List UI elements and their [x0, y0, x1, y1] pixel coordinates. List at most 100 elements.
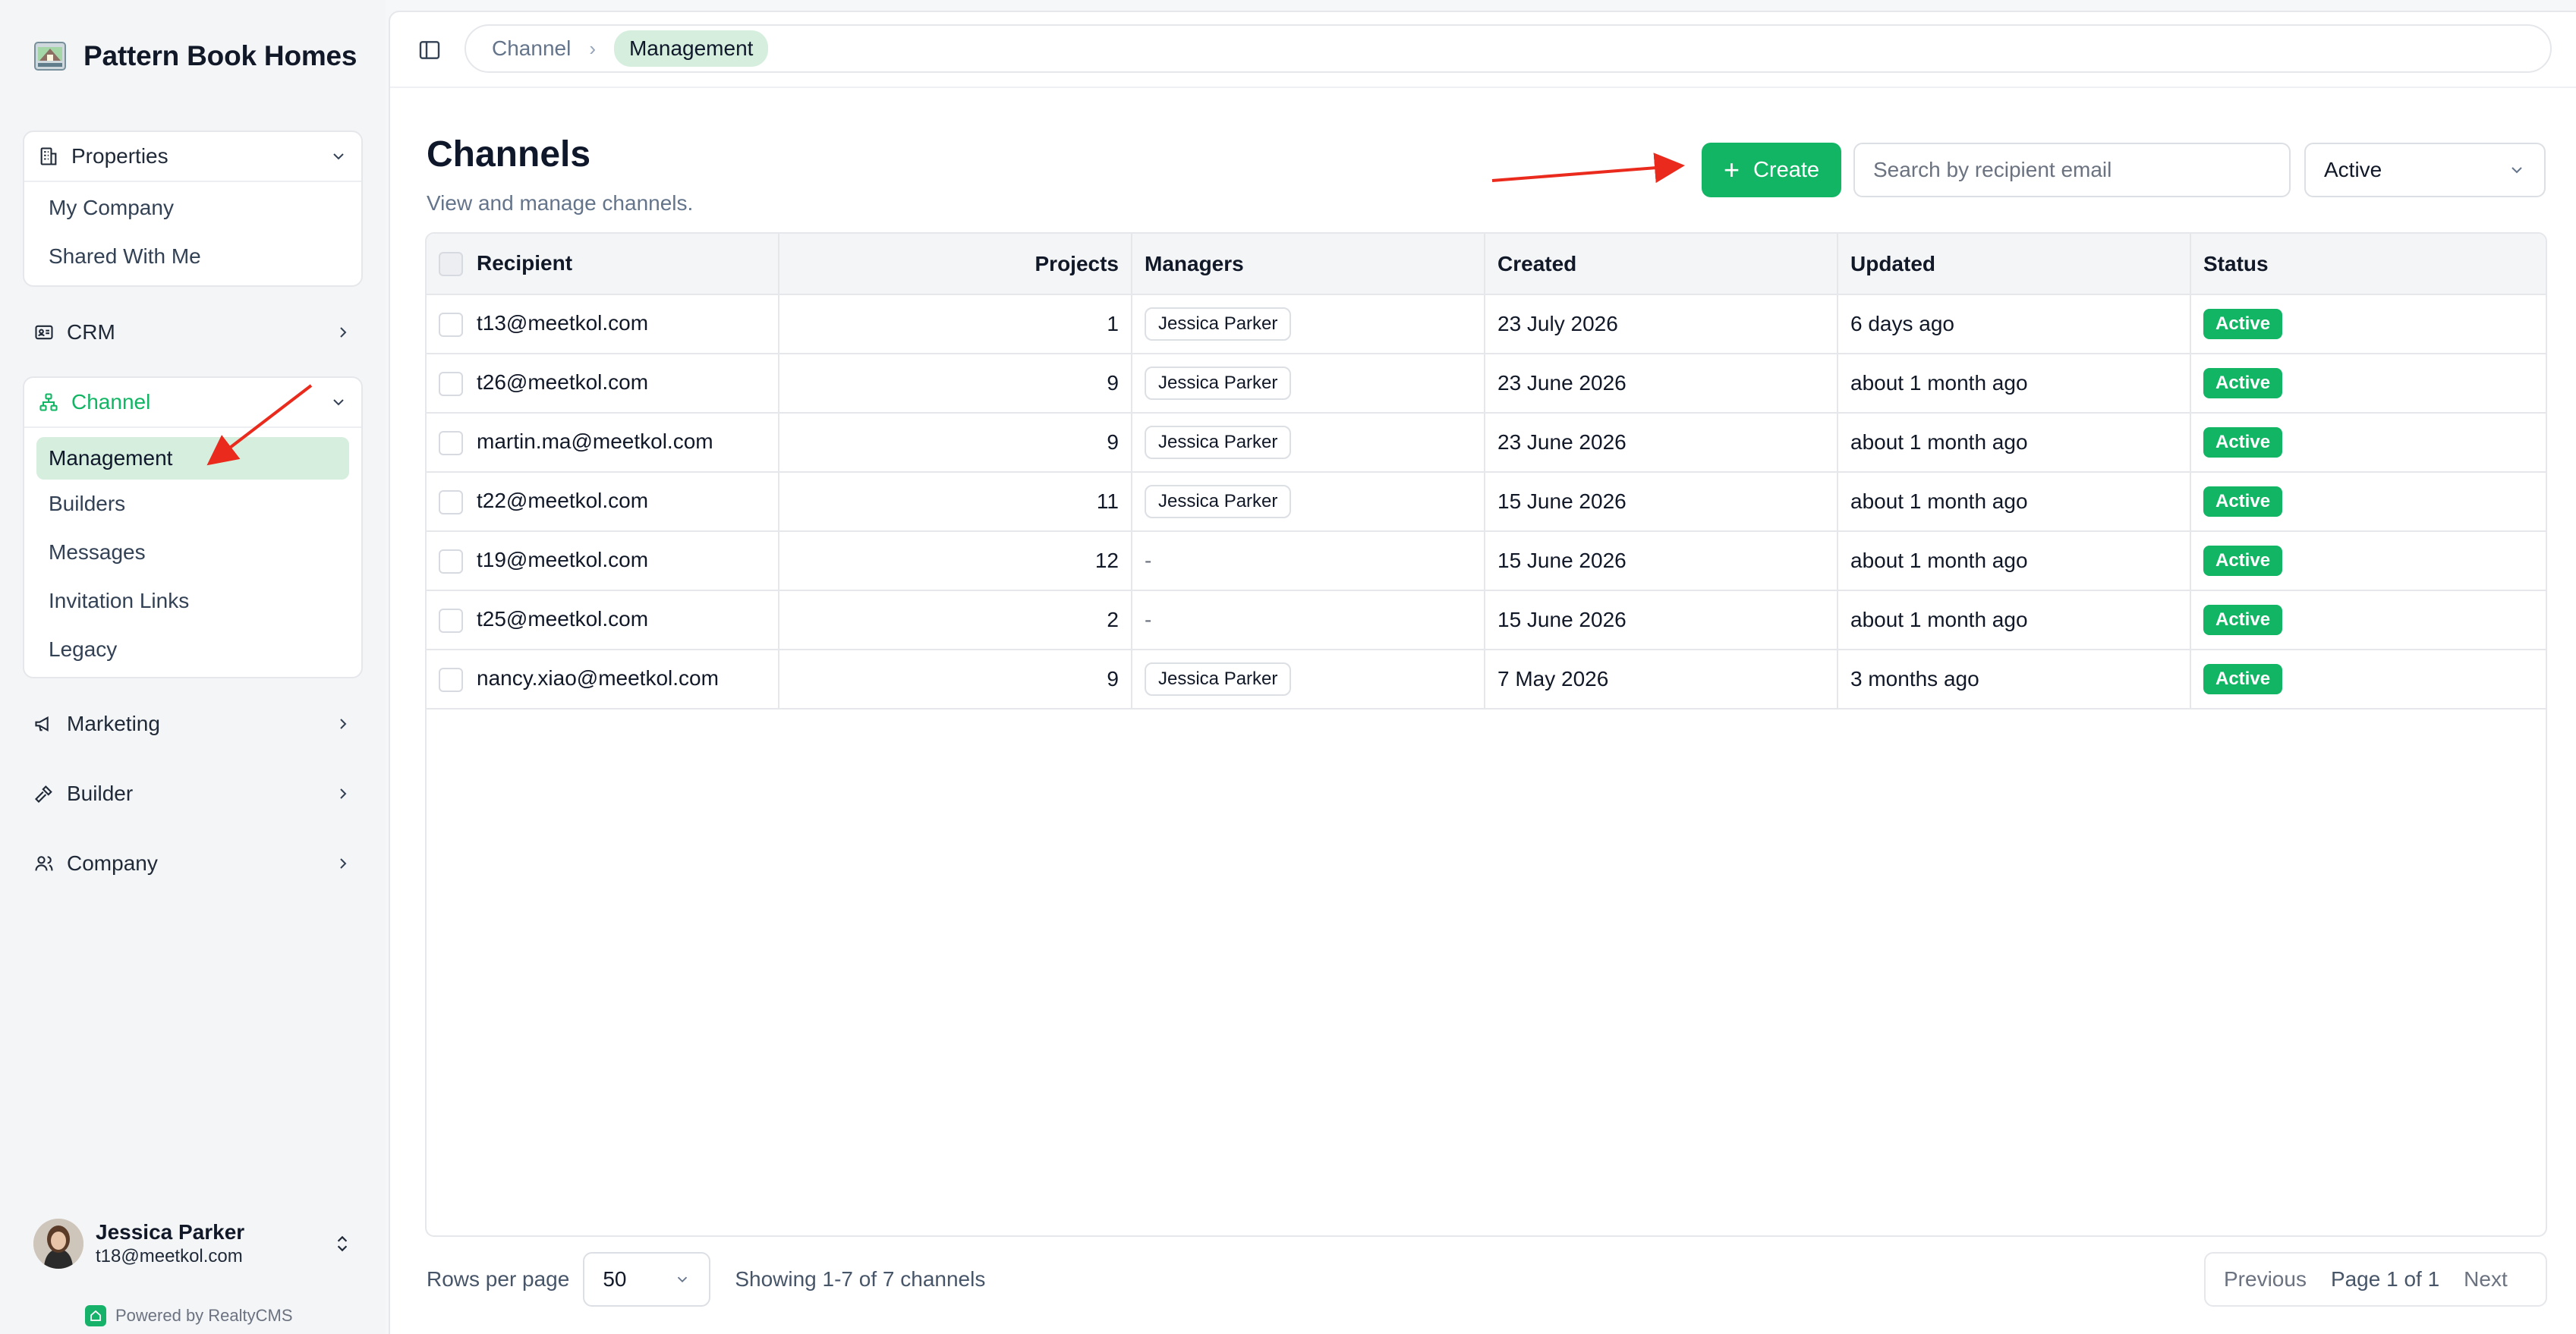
nav-channel[interactable]: Channel [24, 378, 361, 428]
table-row[interactable]: t26@meetkol.com 9 Jessica Parker 23 June 20… [427, 354, 2546, 414]
search-input[interactable] [1853, 143, 2291, 197]
table-row[interactable]: t25@meetkol.com 2- 15 June 2026 about 1 mon… [427, 590, 2546, 650]
cell-managers: Jessica Parker [1132, 354, 1485, 414]
user-name: Jessica Parker [96, 1220, 245, 1244]
sidebar-item-messages[interactable]: Messages [24, 528, 361, 577]
cell-recipient: t13@meetkol.com [427, 294, 779, 354]
cell-projects: 9 [779, 650, 1132, 709]
cell-status: Active [2190, 294, 2546, 354]
next-button[interactable]: Next [2445, 1267, 2526, 1292]
chevron-down-icon [333, 399, 344, 406]
building-icon [40, 147, 57, 165]
powered-by[interactable]: Powered by RealtyCMS [85, 1305, 293, 1326]
create-button-label: Create [1752, 157, 1820, 182]
recipient-email: t19@meetkol.com [477, 548, 649, 572]
row-checkbox[interactable] [439, 667, 463, 692]
create-button[interactable]: + Create [1702, 143, 1841, 197]
rows-per-page-label: Rows per page [427, 1267, 570, 1291]
recipient-email: t22@meetkol.com [477, 489, 649, 513]
sidebar-toggle-icon[interactable] [417, 38, 442, 62]
sidebar-item-builders[interactable]: Builders [24, 480, 361, 528]
status-filter-select[interactable]: Active [2304, 143, 2546, 197]
chevron-right-icon [340, 858, 347, 869]
nav-crm[interactable]: CRM [33, 311, 352, 354]
nav-marketing-label: Marketing [67, 712, 160, 735]
cell-recipient: t22@meetkol.com [427, 472, 779, 532]
row-checkbox[interactable] [439, 608, 463, 633]
user-menu[interactable]: Jessica Parker t18@meetkol.com [33, 1217, 352, 1270]
page-info: Page 1 of 1 [2330, 1267, 2440, 1291]
breadcrumb-management[interactable]: Management [613, 30, 769, 67]
recipient-email: nancy.xiao@meetkol.com [477, 666, 719, 691]
status-badge: Active [2203, 546, 2283, 576]
main-panel: Channel › Management Channels View and m… [389, 11, 2576, 1334]
cell-projects: 9 [779, 413, 1132, 473]
cell-recipient: nancy.xiao@meetkol.com [427, 650, 779, 709]
sidebar-item-legacy[interactable]: Legacy [24, 625, 361, 674]
column-projects[interactable]: Projects [779, 234, 1132, 295]
cell-created: 15 June 2026 [1485, 590, 1838, 650]
cell-status: Active [2190, 354, 2546, 414]
select-all-checkbox[interactable] [439, 252, 463, 277]
cell-created: 15 June 2026 [1485, 472, 1838, 532]
chevron-right-icon [340, 788, 347, 799]
table-row[interactable]: t19@meetkol.com 12- 15 June 2026 about 1 mo… [427, 531, 2546, 591]
brand-logo-icon [34, 42, 66, 71]
cell-updated: about 1 month ago [1838, 472, 2191, 532]
chevron-right-icon [340, 327, 347, 338]
row-checkbox[interactable] [439, 430, 463, 455]
previous-button[interactable]: Previous [2206, 1267, 2325, 1292]
table-row[interactable]: nancy.xiao@meetkol.com 9 Jessica Parker 7 M… [427, 650, 2546, 709]
sidebar-item-my-company[interactable]: My Company [24, 184, 361, 232]
row-checkbox[interactable] [439, 312, 463, 337]
manager-empty: - [1145, 549, 1152, 572]
column-status[interactable]: Status [2190, 234, 2546, 295]
status-badge: Active [2203, 486, 2283, 517]
cell-created: 23 July 2026 [1485, 294, 1838, 354]
column-created[interactable]: Created [1485, 234, 1838, 295]
cell-projects: 12 [779, 531, 1132, 591]
rows-per-page-select[interactable]: 50 [583, 1252, 711, 1307]
cell-recipient: t26@meetkol.com [427, 354, 779, 414]
contact-card-icon [35, 325, 53, 340]
manager-badge: Jessica Parker [1145, 426, 1292, 459]
cell-created: 23 June 2026 [1485, 354, 1838, 414]
pagination-left: Rows per page 50 Showing 1-7 of 7 channe… [427, 1252, 985, 1307]
chevron-down-icon [333, 153, 344, 160]
chevron-right-icon [340, 719, 347, 729]
cell-projects: 11 [779, 472, 1132, 532]
sidebar-item-management[interactable]: Management [36, 437, 349, 480]
row-checkbox[interactable] [439, 489, 463, 514]
cell-projects: 1 [779, 294, 1132, 354]
cell-managers: Jessica Parker [1132, 472, 1485, 532]
realtycms-logo-icon [85, 1305, 106, 1326]
table-row[interactable]: t13@meetkol.com 1 Jessica Parker 23 July 20… [427, 294, 2546, 354]
page-title: Channels [427, 134, 591, 175]
nav-marketing[interactable]: Marketing [33, 703, 352, 745]
table-row[interactable]: martin.ma@meetkol.com 9 Jessica Parker 23 J… [427, 413, 2546, 473]
nav-builder-label: Builder [67, 782, 134, 805]
nav-company[interactable]: Company [33, 842, 352, 885]
row-checkbox[interactable] [439, 371, 463, 396]
column-updated[interactable]: Updated [1838, 234, 2191, 295]
users-icon [35, 856, 53, 871]
manager-badge: Jessica Parker [1145, 307, 1292, 341]
breadcrumb-channel[interactable]: Channel [492, 36, 571, 61]
column-managers[interactable]: Managers [1132, 234, 1485, 295]
cell-status: Active [2190, 472, 2546, 532]
cell-status: Active [2190, 531, 2546, 591]
status-badge: Active [2203, 664, 2283, 694]
row-checkbox[interactable] [439, 549, 463, 574]
brand[interactable]: Pattern Book Homes [33, 39, 357, 73]
cell-managers: - [1132, 590, 1485, 650]
cell-projects: 2 [779, 590, 1132, 650]
pagination: Previous Page 1 of 1 Next [2204, 1252, 2547, 1307]
nav-builder[interactable]: Builder [33, 772, 352, 815]
cell-status: Active [2190, 650, 2546, 709]
column-recipient[interactable]: Recipient [427, 234, 779, 295]
table-row[interactable]: t22@meetkol.com 11 Jessica Parker 15 June 2… [427, 472, 2546, 532]
nav-properties[interactable]: Properties [24, 132, 361, 182]
sidebar-item-invitation-links[interactable]: Invitation Links [24, 577, 361, 625]
recipient-email: t25@meetkol.com [477, 607, 649, 631]
sidebar-item-shared-with-me[interactable]: Shared With Me [24, 232, 361, 281]
